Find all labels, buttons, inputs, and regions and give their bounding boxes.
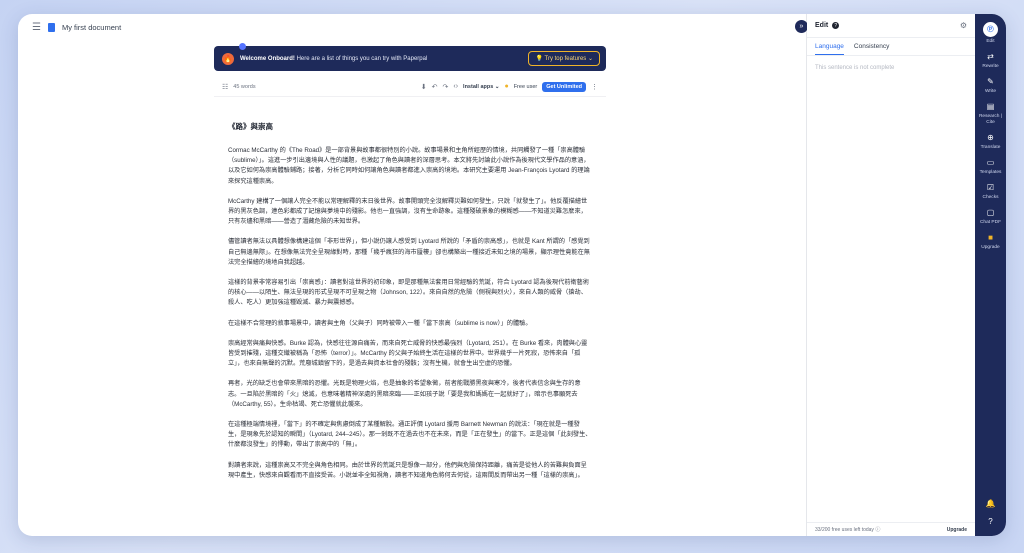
editor: 🔥 Welcome Onboard! Here are a list of th… xyxy=(214,43,606,536)
code-icon: ‹› xyxy=(453,83,459,90)
rail-item-edit[interactable]: ℗ Edit xyxy=(975,22,1006,45)
rail-label: Rewrite xyxy=(982,64,999,69)
rail-label: Research | Cite xyxy=(978,114,1003,125)
document-body[interactable]: 《路》與崇高 Cormac McCarthy 的《The Road》是一部背景與… xyxy=(214,97,606,536)
free-uses-count: 33/200 free uses left today ⓘ xyxy=(815,527,881,533)
rail-label: Edit xyxy=(986,39,995,44)
suggestion-placeholder: This sentence is not complete xyxy=(815,65,895,71)
download-icon[interactable]: ⬇ xyxy=(421,83,427,91)
rail-item-chat-pdf[interactable]: ▢ Chat PDF xyxy=(975,208,1006,226)
help-icon[interactable]: ? xyxy=(832,22,840,29)
tab-consistency[interactable]: Consistency xyxy=(854,43,889,55)
rewrite-icon: ⇄ xyxy=(987,52,994,61)
paragraph[interactable]: 在這樣不合常理的敘事場景中，讀者與主角（父與子）同時被帶入一種「當下崇高（sub… xyxy=(228,319,592,329)
onboarding-banner: 🔥 Welcome Onboard! Here are a list of th… xyxy=(214,43,606,71)
list-icon[interactable]: ☷ xyxy=(222,83,228,91)
rail-item-research[interactable]: ▤ Research | Cite xyxy=(975,102,1006,126)
edit-panel-header: Edit ? ⚙ xyxy=(807,14,975,38)
document-title[interactable]: My first document xyxy=(62,23,121,32)
edit-panel-footer: 33/200 free uses left today ⓘ Upgrade xyxy=(807,522,975,536)
rail-label: Write xyxy=(984,89,997,94)
rail-label: Checks xyxy=(982,195,999,200)
word-count: 45 words xyxy=(233,83,256,90)
banner-body: Here are a list of things you can try wi… xyxy=(294,55,428,62)
research-icon: ▤ xyxy=(986,102,995,111)
rail-bottom: 🔔 ? xyxy=(975,499,1006,526)
rail-label: Translate xyxy=(980,145,1001,150)
rail-item-upgrade[interactable]: ■ Upgrade xyxy=(975,233,1006,251)
rail-item-rewrite[interactable]: ⇄ Rewrite xyxy=(975,52,1006,70)
banner-text: Welcome Onboard! Here are a list of thin… xyxy=(240,56,522,62)
tab-language[interactable]: Language xyxy=(815,43,844,55)
get-unlimited-button[interactable]: Get Unlimited xyxy=(542,81,586,92)
checks-icon: ☑ xyxy=(986,183,995,192)
paragraph[interactable]: 在這種極端情境裡，「當下」的不確定與焦慮倒成了某種解脫。通正評價 Lyotard… xyxy=(228,420,592,451)
user-icon: ● xyxy=(504,83,509,90)
rail-item-templates[interactable]: ▭ Templates xyxy=(975,158,1006,176)
rail-label: Templates xyxy=(979,170,1002,175)
paperpal-logo-icon: ℗ xyxy=(983,22,998,37)
upgrade-link[interactable]: Upgrade xyxy=(947,527,967,533)
rail-item-write[interactable]: ✎ Write xyxy=(975,77,1006,95)
banner-lead: Welcome Onboard! xyxy=(240,55,295,62)
paragraph[interactable]: 對讀者來說，這種崇高又不完全與角色相同。由於世界的荒誕只是想像一部分，他們與危險… xyxy=(228,461,592,481)
rail-label: Chat PDF xyxy=(979,220,1002,225)
upgrade-icon: ■ xyxy=(988,233,993,242)
paragraph[interactable]: 儘管讀者無法以具體想像構建這個「非形世界」，但小說仍讓人感受到 Lyotard … xyxy=(228,237,592,268)
edit-tabs: Language Consistency xyxy=(807,38,975,56)
edit-panel-title: Edit xyxy=(815,22,829,29)
paragraph[interactable]: Cormac McCarthy 的《The Road》是一部背景與故事都很特別的… xyxy=(228,146,592,187)
templates-icon: ▭ xyxy=(986,158,995,167)
try-top-features-button[interactable]: 💡 Try top features ⌄ xyxy=(528,51,600,66)
paragraph[interactable]: 再者，光的缺乏也會帶來黑暗的恐懼。光既是物理火焰，也是抽象的希望象徵，前者能戰勝… xyxy=(228,379,592,410)
paragraph[interactable]: 這樣的背景非常容易引出「崇高感」：讀者對這世界的初印象，即是那種無法套用日常經驗… xyxy=(228,278,592,309)
flame-icon: 🔥 xyxy=(222,52,234,65)
paragraph[interactable]: 崇高經常與痛與快感。Burke 認為，快感往往源自痛苦，而來自死亡威脅的快感最強… xyxy=(228,339,592,370)
rail-item-translate[interactable]: ⊕ Translate xyxy=(975,133,1006,151)
try-top-features-label: Try top features ⌄ xyxy=(544,56,594,62)
more-icon[interactable]: ⋮ xyxy=(591,83,598,91)
bell-icon[interactable]: 🔔 xyxy=(986,499,996,508)
install-apps-button[interactable]: Install apps ⌄ xyxy=(463,84,499,90)
app-window: ☰ My first document 🔥 Welcome Onboard! H… xyxy=(18,14,1006,536)
lightbulb-icon: 💡 xyxy=(535,56,545,62)
help-icon[interactable]: ? xyxy=(988,517,992,526)
write-icon: ✎ xyxy=(987,77,994,86)
sliders-icon[interactable]: ⚙ xyxy=(960,21,967,30)
rail-label: Upgrade xyxy=(981,245,1000,250)
document-icon xyxy=(47,22,55,32)
editor-toolbar: ☷ 45 words ⬇ ↶ ↷ ‹› Install apps ⌄ ● Fre… xyxy=(214,77,606,97)
edit-panel: Edit ? ⚙ Language Consistency This sente… xyxy=(807,14,975,536)
translate-icon: ⊕ xyxy=(987,133,994,142)
rail-item-checks[interactable]: ☑ Checks xyxy=(975,183,1006,201)
redo-icon[interactable]: ↷ xyxy=(443,83,449,91)
document-heading[interactable]: 《路》與崇高 xyxy=(228,121,592,132)
hamburger-icon[interactable]: ☰ xyxy=(32,22,41,33)
notification-dot xyxy=(239,43,246,50)
top-bar: ☰ My first document xyxy=(18,14,808,40)
undo-icon[interactable]: ↶ xyxy=(432,83,438,91)
chat-pdf-icon: ▢ xyxy=(986,208,995,217)
free-user-badge: Free user xyxy=(513,83,538,90)
double-chevron-right-icon: » xyxy=(799,23,804,30)
paragraph[interactable]: McCarthy 建構了一個讓人完全不能以常理解釋的末日後世界。故事開頭完全沒解… xyxy=(228,197,592,228)
side-rail: ℗ Edit ⇄ Rewrite ✎ Write ▤ Research | Ci… xyxy=(975,14,1006,536)
